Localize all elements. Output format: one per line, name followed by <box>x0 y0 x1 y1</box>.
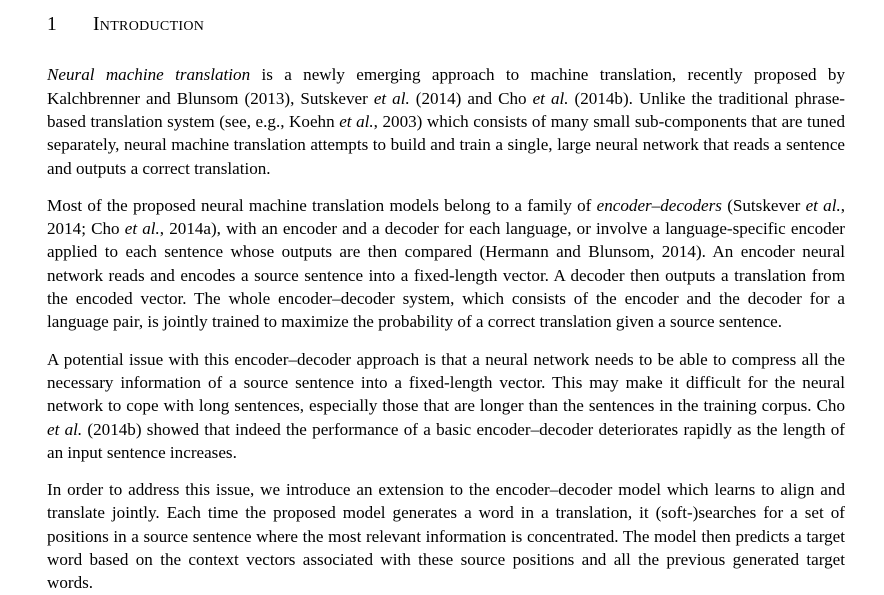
paragraph-2: Most of the proposed neural machine tran… <box>47 195 846 332</box>
section-heading: 1 Introduction <box>47 0 845 37</box>
emphasized-text: et al. <box>373 88 410 108</box>
emphasized-text: encoder–decoders <box>596 195 722 215</box>
section-number: 1 <box>47 14 57 35</box>
document-page: 1 Introduction Neural machine translatio… <box>0 0 884 592</box>
paragraph-4: In order to address this issue, we intro… <box>47 480 845 593</box>
emphasized-text: et al. <box>805 195 841 215</box>
paragraph-1: Neural machine translation is a newly em… <box>47 65 846 178</box>
paragraph-3: A potential issue with this encoder–deco… <box>47 349 845 462</box>
emphasized-text: et al. <box>532 88 569 108</box>
section-title: Introduction <box>93 14 205 35</box>
emphasized-text: et al. <box>124 219 160 239</box>
emphasized-text: et al. <box>47 419 83 439</box>
emphasized-text: Neural machine translation <box>47 65 251 85</box>
emphasized-text: et al. <box>339 111 374 131</box>
page-content-column: 1 Introduction Neural machine translatio… <box>47 0 845 595</box>
